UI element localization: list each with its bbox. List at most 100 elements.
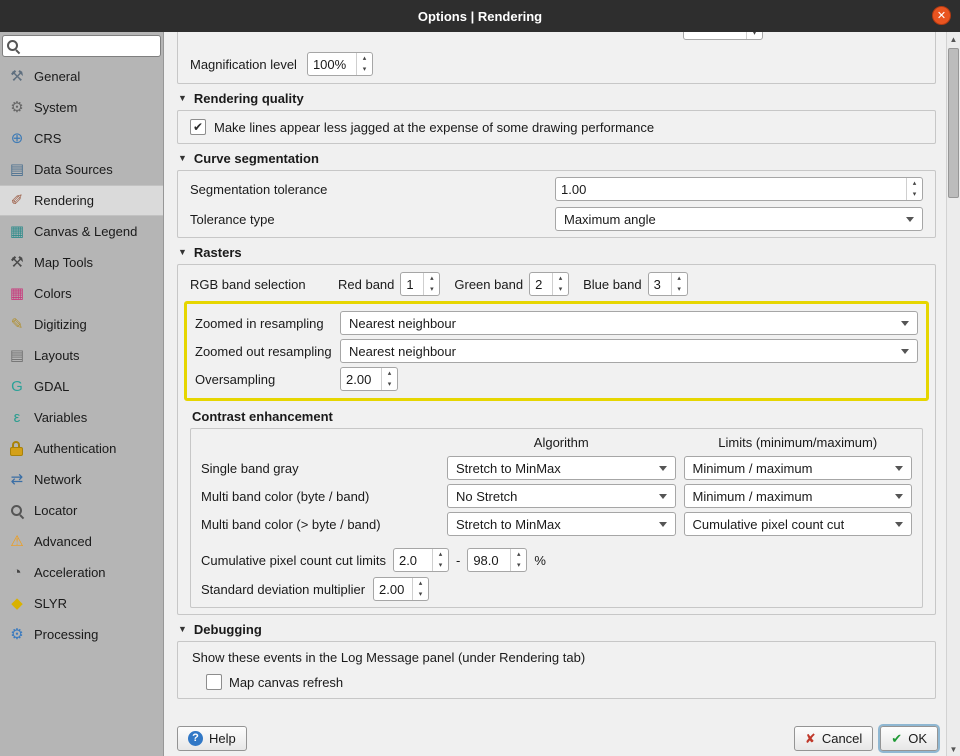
multi-band-gt-byte-algorithm-combobox[interactable]: Stretch to MinMax <box>447 512 676 536</box>
search-input[interactable] <box>2 35 161 57</box>
spin-up-icon[interactable]: ▴ <box>433 549 448 560</box>
cumulative-max-spinbox[interactable]: 98.0 ▴ ▾ <box>467 548 528 572</box>
zoomed-in-resampling-combobox[interactable]: Nearest neighbour <box>340 311 918 335</box>
globe-icon: ⊕ <box>10 130 24 147</box>
scroll-up-icon[interactable]: ▲ <box>947 32 960 46</box>
sidebar-item-authentication[interactable]: Authentication <box>0 433 163 464</box>
spin-down-icon[interactable]: ▾ <box>433 560 448 571</box>
sidebar-item-map-tools[interactable]: ⚒ Map Tools <box>0 247 163 278</box>
section-header-rendering-quality[interactable]: ▼ Rendering quality <box>178 91 934 106</box>
segmentation-tolerance-spinbox[interactable]: 1.00 ▴ ▾ <box>555 177 923 201</box>
sidebar-item-rendering[interactable]: ✐ Rendering <box>0 185 163 216</box>
sidebar-item-locator[interactable]: Locator <box>0 495 163 526</box>
chevron-down-icon <box>901 348 909 354</box>
spin-up-icon[interactable]: ▴ <box>413 578 428 589</box>
sidebar-item-layouts[interactable]: ▤ Layouts <box>0 340 163 371</box>
sidebar-item-crs[interactable]: ⊕ CRS <box>0 123 163 154</box>
zoomed-out-resampling-combobox[interactable]: Nearest neighbour <box>340 339 918 363</box>
percent-label: % <box>534 552 546 568</box>
chevron-down-icon <box>895 465 903 471</box>
warning-icon: ⚠ <box>10 533 24 550</box>
blue-band-spinbox[interactable]: 3 ▴ ▾ <box>647 272 688 296</box>
map-canvas-refresh-checkbox[interactable]: ✔ <box>206 674 222 690</box>
sidebar-item-processing[interactable]: ⚙ Processing <box>0 619 163 650</box>
spin-up-icon[interactable]: ▴ <box>424 273 439 284</box>
partial-spinbox[interactable]: ▴ ▾ <box>683 32 763 40</box>
raster-resampling-highlight: Zoomed in resampling Nearest neighbour Z… <box>184 301 929 401</box>
close-icon: ✕ <box>936 10 947 22</box>
sidebar-item-data-sources[interactable]: ▤ Data Sources <box>0 154 163 185</box>
spin-down-icon[interactable]: ▾ <box>413 589 428 600</box>
section-title: Rasters <box>193 245 242 260</box>
sidebar-item-gdal[interactable]: G GDAL <box>0 371 163 402</box>
spin-up-icon[interactable]: ▴ <box>357 53 372 64</box>
map-canvas-refresh-label: Map canvas refresh <box>229 674 344 690</box>
cumulative-min-spinbox[interactable]: 2.0 ▴ ▾ <box>392 548 449 572</box>
spin-up-icon[interactable]: ▴ <box>907 178 922 189</box>
section-title: Curve segmentation <box>193 151 319 166</box>
spin-down-icon[interactable]: ▾ <box>747 32 762 39</box>
oversampling-spinbox[interactable]: 2.00 ▴ ▾ <box>340 367 398 391</box>
sidebar-item-acceleration[interactable]: ◔ Acceleration <box>0 557 163 588</box>
chevron-down-icon <box>901 320 909 326</box>
sidebar-item-network[interactable]: ⇄ Network <box>0 464 163 495</box>
sidebar-item-general[interactable]: ⚒ General <box>0 61 163 92</box>
sidebar-item-label: Colors <box>34 286 72 301</box>
blue-band-label: Blue band <box>583 276 642 292</box>
scroll-down-icon[interactable]: ▼ <box>947 742 960 756</box>
spin-down-icon[interactable]: ▾ <box>907 189 922 200</box>
sidebar-item-variables[interactable]: ε Variables <box>0 402 163 433</box>
tools-icon: ⚒ <box>10 68 24 85</box>
sidebar-item-label: Data Sources <box>34 162 113 177</box>
check-icon: ✔ <box>192 120 204 134</box>
green-band-spinbox[interactable]: 2 ▴ ▾ <box>529 272 570 296</box>
collapse-arrow-icon: ▼ <box>178 93 187 103</box>
antialias-checkbox[interactable]: ✔ <box>190 119 206 135</box>
section-header-debugging[interactable]: ▼ Debugging <box>178 622 934 637</box>
multi-band-byte-algorithm-combobox[interactable]: No Stretch <box>447 484 676 508</box>
tolerance-type-combobox[interactable]: Maximum angle <box>555 207 923 231</box>
spin-down-icon[interactable]: ▾ <box>424 284 439 295</box>
spin-down-icon[interactable]: ▾ <box>511 560 526 571</box>
section-title: Debugging <box>193 622 262 637</box>
red-band-spinbox[interactable]: 1 ▴ ▾ <box>400 272 441 296</box>
magnification-row: Magnification level 100% ▴ ▾ <box>190 52 373 76</box>
section-header-rasters[interactable]: ▼ Rasters <box>178 245 934 260</box>
section-header-curve-segmentation[interactable]: ▼ Curve segmentation <box>178 151 934 166</box>
spin-down-icon[interactable]: ▾ <box>357 64 372 75</box>
spin-down-icon[interactable]: ▾ <box>382 379 397 390</box>
spin-up-icon[interactable]: ▴ <box>382 368 397 379</box>
sidebar-item-system[interactable]: ⚙ System <box>0 92 163 123</box>
ok-button[interactable]: ✔ OK <box>880 725 938 751</box>
single-band-gray-limits-combobox[interactable]: Minimum / maximum <box>683 456 912 480</box>
spin-down-icon[interactable]: ▾ <box>553 284 568 295</box>
sidebar-item-label: Advanced <box>34 534 92 549</box>
sidebar-item-colors[interactable]: ▦ Colors <box>0 278 163 309</box>
sidebar-item-slyr[interactable]: ◆ SLYR <box>0 588 163 619</box>
sidebar-item-label: GDAL <box>34 379 70 394</box>
vertical-scrollbar[interactable]: ▲ ▼ <box>946 32 960 756</box>
spin-down-icon[interactable]: ▾ <box>672 284 687 295</box>
help-button[interactable]: ? Help <box>177 725 247 751</box>
magnification-spinbox[interactable]: 100% ▴ ▾ <box>306 52 373 76</box>
canvas-legend-icon: ▦ <box>9 223 25 240</box>
close-button[interactable]: ✕ <box>932 6 951 25</box>
spin-up-icon[interactable]: ▴ <box>511 549 526 560</box>
scrollbar-thumb[interactable] <box>948 48 959 198</box>
magnifier-icon <box>9 503 25 519</box>
debugging-info-label: Show these events in the Log Message pan… <box>192 650 586 665</box>
cancel-button[interactable]: ✘ Cancel <box>793 725 874 751</box>
stddev-multiplier-spinbox[interactable]: 2.00 ▴ ▾ <box>373 577 430 601</box>
colors-palette-icon: ▦ <box>9 285 25 302</box>
spin-up-icon[interactable]: ▴ <box>672 273 687 284</box>
single-band-gray-algorithm-combobox[interactable]: Stretch to MinMax <box>447 456 676 480</box>
multi-band-byte-limits-combobox[interactable]: Minimum / maximum <box>683 484 912 508</box>
sidebar-item-advanced[interactable]: ⚠ Advanced <box>0 526 163 557</box>
stddev-multiplier-label: Standard deviation multiplier <box>201 581 366 597</box>
multi-band-gt-byte-limits-combobox[interactable]: Cumulative pixel count cut <box>683 512 912 536</box>
chevron-down-icon <box>906 216 914 222</box>
ok-check-icon: ✔ <box>891 730 903 746</box>
spin-up-icon[interactable]: ▴ <box>553 273 568 284</box>
sidebar-item-canvas-legend[interactable]: ▦ Canvas & Legend <box>0 216 163 247</box>
sidebar-item-digitizing[interactable]: ✎ Digitizing <box>0 309 163 340</box>
